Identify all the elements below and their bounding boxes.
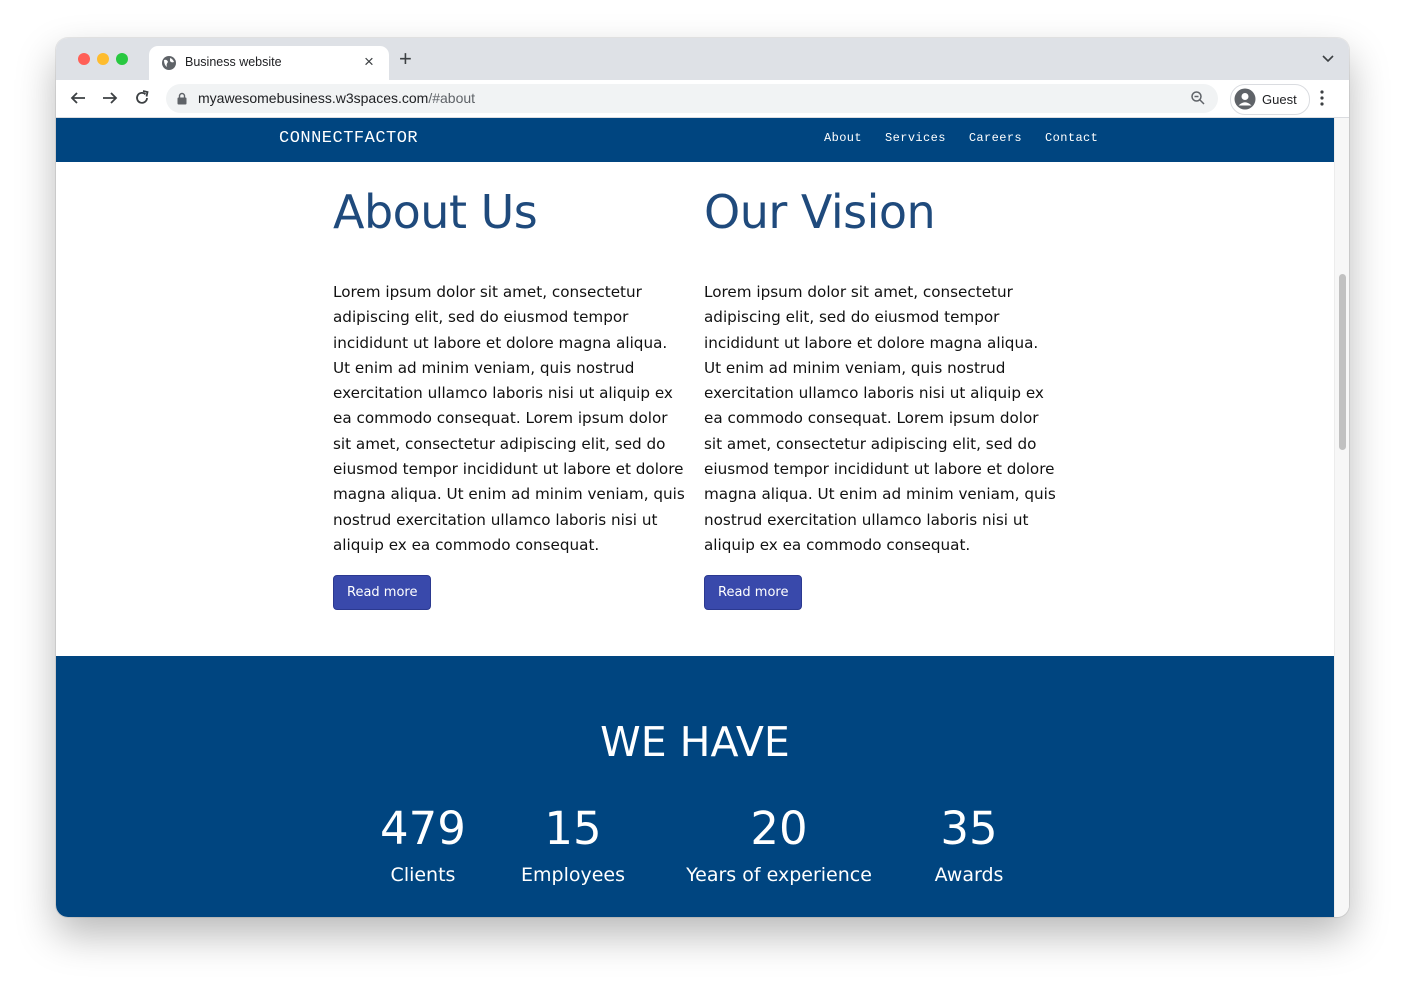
vision-read-more-button[interactable]: Read more [704, 575, 803, 611]
site-navbar: CONNECTFACTOR About Services Careers Con… [56, 118, 1334, 162]
tab-title: Business website [185, 55, 282, 69]
minimize-window-button[interactable] [97, 53, 109, 65]
url-path: /#about [428, 90, 476, 106]
lock-icon[interactable] [177, 92, 187, 105]
more-menu-icon[interactable] [1320, 90, 1324, 106]
stat-label: Employees [521, 864, 625, 886]
avatar-icon [1234, 88, 1256, 110]
back-arrow-icon[interactable] [69, 89, 87, 107]
address-bar[interactable]: myawesomebusiness.w3spaces.com/#about [166, 84, 1218, 113]
forward-arrow-icon[interactable] [101, 89, 119, 107]
site-nav-links: About Services Careers Contact [824, 131, 1098, 145]
scrollbar-thumb[interactable] [1339, 274, 1346, 450]
nav-link-about[interactable]: About [824, 131, 862, 145]
browser-toolbar: myawesomebusiness.w3spaces.com/#about Gu… [56, 80, 1349, 118]
profile-label: Guest [1262, 92, 1297, 107]
vision-heading: Our Vision [704, 185, 936, 239]
vision-text: Lorem ipsum dolor sit amet, consectetur … [704, 283, 1056, 554]
reload-icon[interactable] [133, 89, 151, 107]
browser-window: Business website × + myawesomebusiness.w… [56, 38, 1349, 917]
page-viewport: CONNECTFACTOR About Services Careers Con… [56, 118, 1334, 917]
nav-link-services[interactable]: Services [885, 131, 946, 145]
stats-heading: WE HAVE [600, 718, 790, 766]
stat-employees: 15 Employees [518, 802, 628, 887]
brand-logo[interactable]: CONNECTFACTOR [279, 129, 418, 148]
about-read-more-button[interactable]: Read more [333, 575, 432, 611]
stat-number: 479 [380, 802, 466, 855]
tab-strip: Business website × + [56, 38, 1349, 80]
nav-link-careers[interactable]: Careers [969, 131, 1022, 145]
stats-section: WE HAVE 479 Clients 15 Employees 20 Year… [56, 656, 1334, 917]
new-tab-button[interactable]: + [399, 48, 412, 70]
chevron-down-icon[interactable] [1321, 54, 1335, 64]
stat-number: 15 [544, 802, 602, 855]
zoom-window-button[interactable] [116, 53, 128, 65]
stat-number: 20 [750, 802, 808, 855]
about-text: Lorem ipsum dolor sit amet, consectetur … [333, 283, 685, 554]
close-tab-icon[interactable]: × [359, 52, 379, 72]
tab-business-website[interactable]: Business website × [149, 46, 389, 80]
stat-label: Clients [390, 864, 456, 886]
nav-link-contact[interactable]: Contact [1045, 131, 1098, 145]
stat-awards: 35 Awards [919, 802, 1019, 887]
close-window-button[interactable] [78, 53, 90, 65]
zoom-out-icon[interactable] [1190, 90, 1206, 106]
profile-button[interactable]: Guest [1230, 84, 1310, 115]
stat-label: Awards [934, 864, 1004, 886]
stat-clients: 479 Clients [373, 802, 473, 887]
vision-section: Our Vision Lorem ipsum dolor sit amet, c… [704, 184, 1056, 611]
scrollbar[interactable] [1334, 118, 1349, 917]
stat-number: 35 [940, 802, 998, 855]
stat-label: Years of experience [686, 864, 872, 886]
url-text[interactable]: myawesomebusiness.w3spaces.com/#about [198, 90, 475, 106]
stat-years: 20 Years of experience [679, 802, 879, 887]
about-section: About Us Lorem ipsum dolor sit amet, con… [333, 184, 685, 611]
globe-icon [162, 56, 176, 70]
url-host: myawesomebusiness.w3spaces.com [198, 90, 429, 106]
about-heading: About Us [333, 185, 538, 239]
